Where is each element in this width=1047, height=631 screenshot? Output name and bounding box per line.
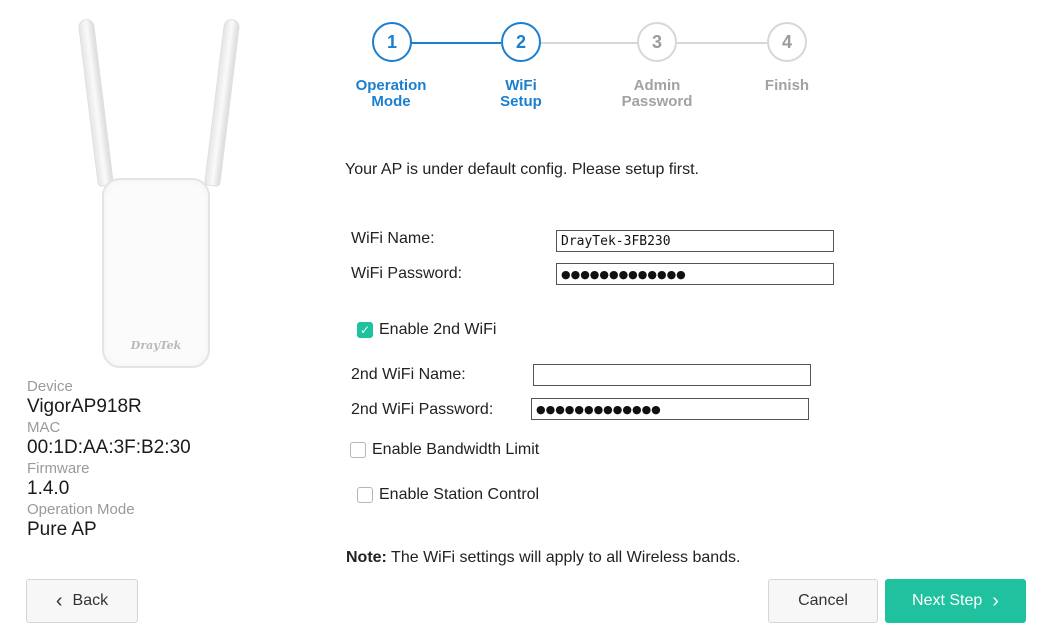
device-label: Device xyxy=(27,378,73,395)
device-info: Device VigorAP918R MAC 00:1D:AA:3F:B2:30… xyxy=(27,378,191,542)
note-text: Note: The WiFi settings will apply to al… xyxy=(346,549,741,567)
step-2-label: WiFi Setup xyxy=(466,78,576,110)
second-wifi-password-label: 2nd WiFi Password: xyxy=(351,401,494,418)
second-wifi-name-input[interactable] xyxy=(533,364,811,386)
next-step-button[interactable]: Next Step › xyxy=(885,579,1026,623)
bandwidth-limit-checkbox[interactable]: Enable Bandwidth Limit xyxy=(350,441,539,459)
mac-label: MAC xyxy=(27,419,61,436)
operation-mode-label: Operation Mode xyxy=(27,501,135,518)
device-body: DrayTek xyxy=(102,178,210,368)
step-1-number: 1 xyxy=(386,31,397,52)
step-1-label-line2: Mode xyxy=(371,93,411,110)
step-2-label-line2: Setup xyxy=(500,93,542,110)
checkbox-box[interactable] xyxy=(357,487,373,503)
mac-value: 00:1D:AA:3F:B2:30 xyxy=(27,437,191,458)
note-prefix: Note: xyxy=(346,549,387,566)
firmware-label: Firmware xyxy=(27,460,90,477)
operation-mode-value: Pure AP xyxy=(27,519,97,540)
antenna-right xyxy=(204,18,241,187)
wifi-name-input[interactable]: DrayTek-3FB230 xyxy=(556,230,834,252)
note-body: The WiFi settings will apply to all Wire… xyxy=(386,549,741,566)
step-1-label: Operation Mode xyxy=(336,78,446,110)
station-control-checkbox[interactable]: Enable Station Control xyxy=(357,486,539,504)
step-3-circle: 3 xyxy=(637,22,677,62)
cancel-button[interactable]: Cancel xyxy=(768,579,878,623)
step-connector-3 xyxy=(677,42,767,44)
second-wifi-name-label: 2nd WiFi Name: xyxy=(351,366,466,383)
step-connector-2 xyxy=(541,42,637,44)
enable-2nd-wifi-label: Enable 2nd WiFi xyxy=(379,321,497,338)
step-2-circle: 2 xyxy=(501,22,541,62)
station-control-label: Enable Station Control xyxy=(379,486,540,503)
step-2-label-line1: WiFi xyxy=(505,77,537,94)
step-4-label: Finish xyxy=(732,78,842,94)
step-4-number: 4 xyxy=(781,31,792,52)
step-1-label-line1: Operation xyxy=(355,77,427,94)
firmware-value: 1.4.0 xyxy=(27,478,70,499)
wizard-stepper: 1 2 3 4 Operation Mode WiFi Setup Admin … xyxy=(345,22,825,122)
step-3-label-line2: Password xyxy=(621,93,693,110)
step-4-circle: 4 xyxy=(767,22,807,62)
back-label: Back xyxy=(72,592,109,609)
wifi-name-label: WiFi Name: xyxy=(351,230,435,247)
wifi-password-input[interactable]: ●●●●●●●●●●●●● xyxy=(556,263,834,285)
step-1-circle: 1 xyxy=(372,22,412,62)
step-3-label-line1: Admin xyxy=(633,77,681,94)
enable-2nd-wifi-checkbox[interactable]: ✓ Enable 2nd WiFi xyxy=(357,321,496,339)
bandwidth-limit-label: Enable Bandwidth Limit xyxy=(372,441,540,458)
device-image: DrayTek xyxy=(77,18,241,368)
back-button[interactable]: ‹ Back xyxy=(26,579,138,623)
checkmark-icon[interactable]: ✓ xyxy=(357,322,373,338)
second-wifi-password-input[interactable]: ●●●●●●●●●●●●● xyxy=(531,398,809,420)
chevron-right-icon: › xyxy=(992,590,999,612)
checkbox-box[interactable] xyxy=(350,442,366,458)
cancel-label: Cancel xyxy=(798,592,848,609)
intro-text: Your AP is under default config. Please … xyxy=(345,161,699,178)
step-3-number: 3 xyxy=(651,31,662,52)
device-value: VigorAP918R xyxy=(27,396,142,417)
chevron-left-icon: ‹ xyxy=(55,590,63,612)
step-3-label: Admin Password xyxy=(602,78,712,110)
step-4-label-line1: Finish xyxy=(764,77,810,94)
device-logo: DrayTek xyxy=(130,339,182,352)
next-label: Next Step xyxy=(912,592,983,609)
wifi-password-label: WiFi Password: xyxy=(351,265,463,282)
antenna-left xyxy=(77,18,114,187)
step-2-number: 2 xyxy=(515,31,526,52)
